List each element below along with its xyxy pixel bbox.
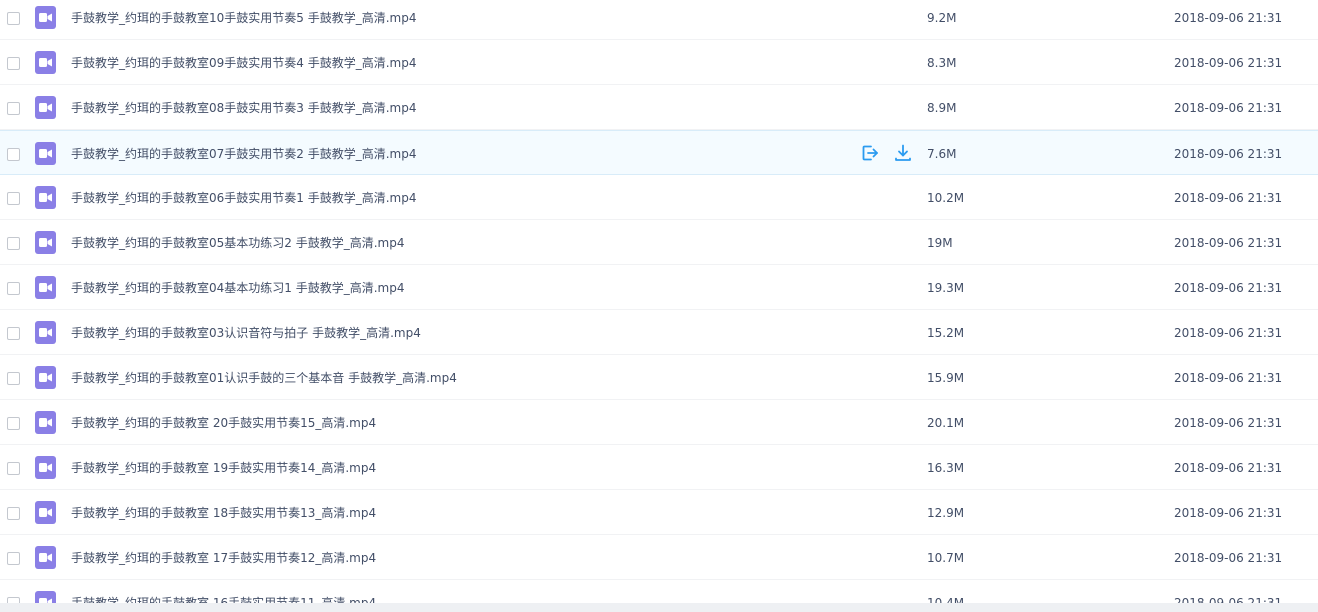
video-file-icon [35, 185, 56, 209]
file-name[interactable]: 手鼓教学_约珥的手鼓教室10手鼓实用节奏5 手鼓教学_高清.mp4 [71, 10, 416, 26]
video-file-icon [35, 410, 56, 434]
row-checkbox[interactable] [7, 147, 20, 161]
row-checkbox[interactable] [7, 551, 20, 565]
row-checkbox[interactable] [7, 416, 20, 430]
file-size: 10.2M [927, 190, 965, 205]
video-file-icon [35, 275, 56, 299]
file-modified-time: 2018-09-06 21:31 [1174, 190, 1283, 205]
file-size: 12.9M [927, 505, 965, 520]
file-name[interactable]: 手鼓教学_约珥的手鼓教室09手鼓实用节奏4 手鼓教学_高清.mp4 [71, 55, 416, 71]
file-name[interactable]: 手鼓教学_约珥的手鼓教室06手鼓实用节奏1 手鼓教学_高清.mp4 [71, 190, 416, 206]
file-name[interactable]: 手鼓教学_约珥的手鼓教室01认识手鼓的三个基本音 手鼓教学_高清.mp4 [71, 370, 457, 386]
file-name[interactable]: 手鼓教学_约珥的手鼓教室04基本功练习1 手鼓教学_高清.mp4 [71, 280, 404, 296]
file-modified-time: 2018-09-06 21:31 [1174, 280, 1283, 295]
file-size: 15.2M [927, 325, 965, 340]
row-checkbox[interactable] [7, 461, 20, 475]
file-row[interactable]: 手鼓教学_约珥的手鼓教室08手鼓实用节奏3 手鼓教学_高清.mp4 8.9M 2… [0, 85, 1318, 130]
row-checkbox[interactable] [7, 101, 20, 115]
file-name[interactable]: 手鼓教学_约珥的手鼓教室 18手鼓实用节奏13_高清.mp4 [71, 505, 376, 521]
file-size: 8.9M [927, 100, 957, 115]
file-size: 9.2M [927, 10, 957, 25]
row-checkbox[interactable] [7, 236, 20, 250]
file-size: 16.3M [927, 460, 965, 475]
row-checkbox[interactable] [7, 506, 20, 520]
row-checkbox[interactable] [7, 371, 20, 385]
file-row[interactable]: 手鼓教学_约珥的手鼓教室 18手鼓实用节奏13_高清.mp4 12.9M 201… [0, 490, 1318, 535]
vertical-scrollbar[interactable] [1313, 0, 1318, 612]
row-checkbox[interactable] [7, 281, 20, 295]
video-file-icon [35, 365, 56, 389]
file-modified-time: 2018-09-06 21:31 [1174, 460, 1283, 475]
file-row[interactable]: 手鼓教学_约珥的手鼓教室 17手鼓实用节奏12_高清.mp4 10.7M 201… [0, 535, 1318, 580]
file-size: 19.3M [927, 280, 965, 295]
file-modified-time: 2018-09-06 21:31 [1174, 550, 1283, 565]
row-checkbox[interactable] [7, 326, 20, 340]
file-name[interactable]: 手鼓教学_约珥的手鼓教室 20手鼓实用节奏15_高清.mp4 [71, 415, 376, 431]
file-row[interactable]: 手鼓教学_约珥的手鼓教室10手鼓实用节奏5 手鼓教学_高清.mp4 9.2M 2… [0, 0, 1318, 40]
file-size: 10.7M [927, 550, 965, 565]
file-name[interactable]: 手鼓教学_约珥的手鼓教室07手鼓实用节奏2 手鼓教学_高清.mp4 [71, 146, 416, 162]
video-file-icon [35, 50, 56, 74]
file-row[interactable]: 手鼓教学_约珥的手鼓教室05基本功练习2 手鼓教学_高清.mp4 19M 201… [0, 220, 1318, 265]
file-row[interactable]: 手鼓教学_约珥的手鼓教室 19手鼓实用节奏14_高清.mp4 16.3M 201… [0, 445, 1318, 490]
file-row[interactable]: 手鼓教学_约珥的手鼓教室03认识音符与拍子 手鼓教学_高清.mp4 15.2M … [0, 310, 1318, 355]
video-file-icon [35, 95, 56, 119]
file-modified-time: 2018-09-06 21:31 [1174, 235, 1283, 250]
row-checkbox[interactable] [7, 191, 20, 205]
file-name[interactable]: 手鼓教学_约珥的手鼓教室 19手鼓实用节奏14_高清.mp4 [71, 460, 376, 476]
download-icon[interactable] [893, 143, 913, 163]
video-file-icon [35, 230, 56, 254]
file-modified-time: 2018-09-06 21:31 [1174, 370, 1283, 385]
share-icon[interactable] [860, 143, 880, 163]
file-row[interactable]: 手鼓教学_约珥的手鼓教室07手鼓实用节奏2 手鼓教学_高清.mp4 7.6M 2… [0, 130, 1318, 175]
file-name[interactable]: 手鼓教学_约珥的手鼓教室08手鼓实用节奏3 手鼓教学_高清.mp4 [71, 100, 416, 116]
row-checkbox[interactable] [7, 56, 20, 70]
file-modified-time: 2018-09-06 21:31 [1174, 505, 1283, 520]
file-name[interactable]: 手鼓教学_约珥的手鼓教室05基本功练习2 手鼓教学_高清.mp4 [71, 235, 404, 251]
file-name[interactable]: 手鼓教学_约珥的手鼓教室 17手鼓实用节奏12_高清.mp4 [71, 550, 376, 566]
file-row[interactable]: 手鼓教学_约珥的手鼓教室 20手鼓实用节奏15_高清.mp4 20.1M 201… [0, 400, 1318, 445]
file-name[interactable]: 手鼓教学_约珥的手鼓教室03认识音符与拍子 手鼓教学_高清.mp4 [71, 325, 421, 341]
file-row[interactable]: 手鼓教学_约珥的手鼓教室06手鼓实用节奏1 手鼓教学_高清.mp4 10.2M … [0, 175, 1318, 220]
file-modified-time: 2018-09-06 21:31 [1174, 415, 1283, 430]
file-modified-time: 2018-09-06 21:31 [1174, 325, 1283, 340]
file-row[interactable]: 手鼓教学_约珥的手鼓教室04基本功练习1 手鼓教学_高清.mp4 19.3M 2… [0, 265, 1318, 310]
video-file-icon [35, 320, 56, 344]
file-size: 7.6M [927, 146, 957, 161]
video-file-icon [35, 141, 56, 165]
horizontal-scrollbar[interactable] [0, 603, 1318, 612]
file-row[interactable]: 手鼓教学_约珥的手鼓教室01认识手鼓的三个基本音 手鼓教学_高清.mp4 15.… [0, 355, 1318, 400]
file-size: 8.3M [927, 55, 957, 70]
file-size: 15.9M [927, 370, 965, 385]
file-modified-time: 2018-09-06 21:31 [1174, 10, 1283, 25]
row-checkbox[interactable] [7, 11, 20, 25]
file-size: 19M [927, 235, 953, 250]
file-size: 20.1M [927, 415, 965, 430]
video-file-icon [35, 5, 56, 29]
file-modified-time: 2018-09-06 21:31 [1174, 146, 1283, 161]
video-file-icon [35, 455, 56, 479]
file-row[interactable]: 手鼓教学_约珥的手鼓教室09手鼓实用节奏4 手鼓教学_高清.mp4 8.3M 2… [0, 40, 1318, 85]
file-modified-time: 2018-09-06 21:31 [1174, 55, 1283, 70]
video-file-icon [35, 545, 56, 569]
file-modified-time: 2018-09-06 21:31 [1174, 100, 1283, 115]
video-file-icon [35, 500, 56, 524]
file-list: 手鼓教学_约珥的手鼓教室10手鼓实用节奏5 手鼓教学_高清.mp4 9.2M 2… [0, 0, 1318, 612]
